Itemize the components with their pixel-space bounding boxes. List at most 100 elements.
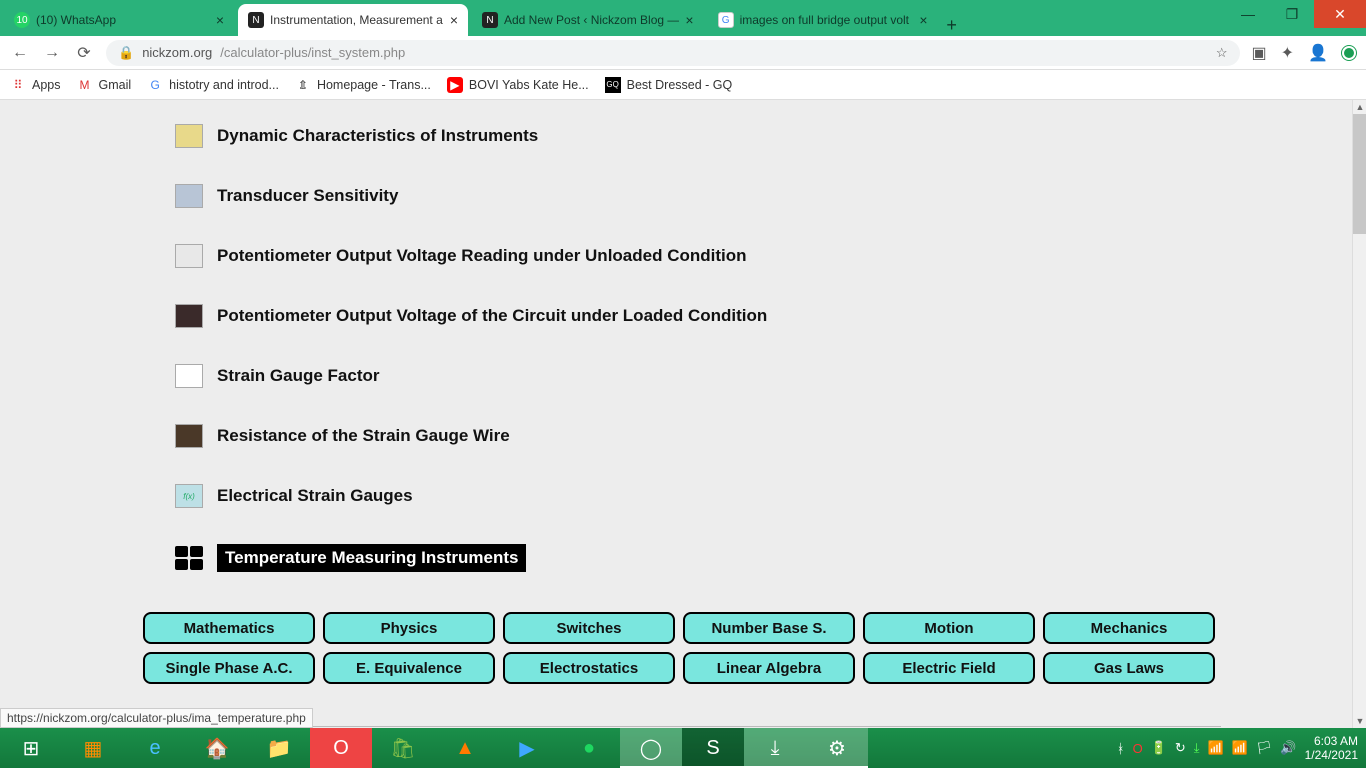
minimize-button[interactable]: — [1226, 0, 1270, 28]
page-viewport: Dynamic Characteristics of Instruments T… [0, 100, 1352, 728]
content-area: Dynamic Characteristics of Instruments T… [131, 100, 1221, 728]
star-icon[interactable]: ☆ [1216, 45, 1228, 61]
reader-icon[interactable]: ▣ [1252, 43, 1267, 63]
maximize-button[interactable]: ❐ [1270, 0, 1314, 28]
bookmark-label: histotry and introd... [169, 78, 279, 92]
opera-tray-icon[interactable]: O [1133, 741, 1143, 756]
bookmark-history[interactable]: Ghistotry and introd... [147, 77, 279, 93]
scrollbar-thumb[interactable] [1353, 114, 1366, 234]
thumb-icon: f(x) [175, 484, 203, 508]
close-icon[interactable]: × [216, 12, 224, 28]
category-button[interactable]: Mechanics [1043, 612, 1215, 644]
status-bar-url: https://nickzom.org/calculator-plus/ima_… [0, 708, 313, 728]
taskbar-chrome[interactable]: ◯ [620, 728, 682, 768]
google-icon: G [147, 77, 163, 93]
close-icon[interactable]: × [450, 12, 458, 28]
taskbar-mediaplayer[interactable]: ▶ [496, 728, 558, 768]
forward-button[interactable]: → [42, 44, 62, 62]
list-item[interactable]: f(x) Electrical Strain Gauges [175, 484, 1221, 508]
network-icon[interactable]: 📶 [1208, 740, 1224, 756]
taskbar-store[interactable]: 🛍 [372, 728, 434, 768]
list-item[interactable]: Resistance of the Strain Gauge Wire [175, 424, 1221, 448]
close-window-button[interactable]: ✕ [1314, 0, 1366, 28]
volume-icon[interactable]: 🔊 [1280, 740, 1296, 756]
item-label: Temperature Measuring Instruments [217, 544, 526, 572]
taskbar-vlc[interactable]: ▲ [434, 728, 496, 768]
idm-tray-icon[interactable]: ⤓ [1194, 740, 1200, 756]
category-button[interactable]: Gas Laws [1043, 652, 1215, 684]
taskbar-spotify[interactable]: ● [558, 728, 620, 768]
battery-icon[interactable]: 🔋 [1151, 740, 1167, 756]
category-button[interactable]: Electrostatics [503, 652, 675, 684]
gq-icon: GQ [605, 77, 621, 93]
list-item[interactable]: Potentiometer Output Voltage Reading und… [175, 244, 1221, 268]
extensions-icon[interactable]: ✦ [1281, 43, 1294, 63]
category-button[interactable]: E. Equivalence [323, 652, 495, 684]
signal-icon[interactable]: 📶 [1232, 740, 1248, 756]
tab-addpost[interactable]: N Add New Post ‹ Nickzom Blog — × [472, 4, 704, 36]
list-item[interactable]: Transducer Sensitivity [175, 184, 1221, 208]
tab-instrumentation[interactable]: N Instrumentation, Measurement a × [238, 4, 468, 36]
item-label: Transducer Sensitivity [217, 186, 398, 206]
category-button[interactable]: Electric Field [863, 652, 1035, 684]
taskbar-ie[interactable]: e [124, 728, 186, 768]
url-field[interactable]: 🔒 nickzom.org/calculator-plus/inst_syste… [106, 40, 1240, 66]
taskbar-idm[interactable]: ⤓ [744, 728, 806, 768]
action-center-icon[interactable]: 🏳 [1256, 740, 1273, 756]
bookmark-gmail[interactable]: MGmail [77, 77, 132, 93]
bookmark-homepage[interactable]: ⇭Homepage - Trans... [295, 77, 431, 93]
sync-icon[interactable]: ↻ [1175, 740, 1186, 756]
bookmark-gq[interactable]: GQ Best Dressed - GQ [605, 77, 733, 93]
browser-tab-strip: 10 (10) WhatsApp × N Instrumentation, Me… [0, 0, 1366, 36]
bluetooth-icon[interactable]: ᚼ [1117, 741, 1125, 756]
thumb-icon [175, 124, 203, 148]
taskbar-opera[interactable]: O [310, 728, 372, 768]
item-label: Strain Gauge Factor [217, 366, 379, 386]
taskbar-explorer[interactable]: 📁 [248, 728, 310, 768]
profile-icon[interactable]: 👤 [1308, 43, 1328, 63]
category-button[interactable]: Single Phase A.C. [143, 652, 315, 684]
item-label: Electrical Strain Gauges [217, 486, 413, 506]
category-button[interactable]: Linear Algebra [683, 652, 855, 684]
item-label: Potentiometer Output Voltage Reading und… [217, 246, 747, 266]
tab-title: Add New Post ‹ Nickzom Blog — [504, 13, 679, 27]
taskbar-clock[interactable]: 6:03 AM 1/24/2021 [1305, 734, 1358, 763]
scrollbar-track[interactable]: ▲ ▼ [1352, 100, 1366, 728]
taskbar-home[interactable]: 🏠 [186, 728, 248, 768]
nickzom-icon: N [482, 12, 498, 28]
list-item[interactable]: Strain Gauge Factor [175, 364, 1221, 388]
list-item-highlighted[interactable]: Temperature Measuring Instruments [175, 544, 1221, 572]
tab-title: images on full bridge output volt [740, 13, 914, 27]
scroll-up-arrow[interactable]: ▲ [1353, 100, 1366, 114]
list-item[interactable]: Dynamic Characteristics of Instruments [175, 124, 1221, 148]
category-button[interactable]: Mathematics [143, 612, 315, 644]
start-button[interactable]: ⊞ [0, 728, 62, 768]
taskbar-powerpoint[interactable]: ▦ [62, 728, 124, 768]
clock-date: 1/24/2021 [1305, 748, 1358, 762]
taskbar-sublime[interactable]: S [682, 728, 744, 768]
apps-shortcut[interactable]: ⠿Apps [10, 77, 61, 93]
reload-button[interactable]: ⟳ [74, 43, 94, 63]
back-button[interactable]: ← [10, 44, 30, 62]
tab-google[interactable]: G images on full bridge output volt × [708, 4, 938, 36]
category-button[interactable]: Motion [863, 612, 1035, 644]
category-button[interactable]: Physics [323, 612, 495, 644]
gmail-icon: M [77, 77, 93, 93]
tab-whatsapp[interactable]: 10 (10) WhatsApp × [4, 4, 234, 36]
extension-dot-icon[interactable] [1342, 46, 1356, 60]
category-button[interactable]: Switches [503, 612, 675, 644]
list-item[interactable]: Potentiometer Output Voltage of the Circ… [175, 304, 1221, 328]
item-label: Potentiometer Output Voltage of the Circ… [217, 306, 767, 326]
close-icon[interactable]: × [685, 12, 693, 28]
nickzom-icon: N [248, 12, 264, 28]
scroll-down-arrow[interactable]: ▼ [1353, 714, 1366, 728]
taskbar-settings[interactable]: ⚙ [806, 728, 868, 768]
thumb-icon [175, 304, 203, 328]
thumb-icon [175, 364, 203, 388]
category-button[interactable]: Number Base S. [683, 612, 855, 644]
close-icon[interactable]: × [919, 12, 927, 28]
item-label: Dynamic Characteristics of Instruments [217, 126, 538, 146]
new-tab-button[interactable]: + [938, 15, 966, 36]
bookmark-label: Best Dressed - GQ [627, 78, 733, 92]
bookmark-bovi[interactable]: ▶BOVI Yabs Kate He... [447, 77, 589, 93]
